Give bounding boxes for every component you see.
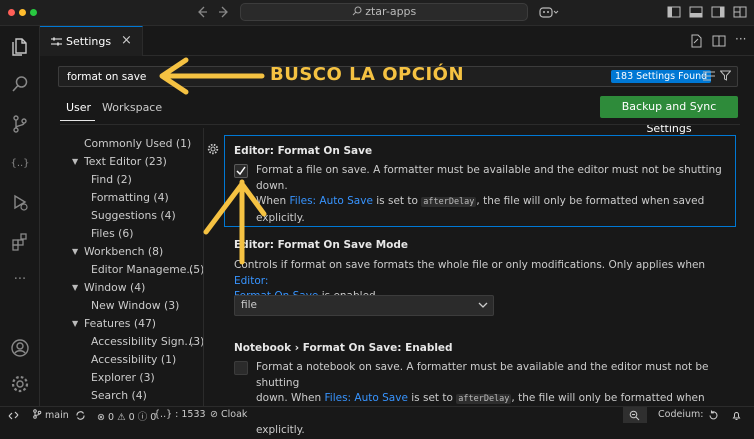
refresh-icon[interactable] [708,410,719,421]
description-line: explicitly. [256,424,305,436]
info-icon: ⓘ [137,412,148,423]
zoom-status[interactable] [623,407,647,423]
error-icon: ⊗ [97,412,105,423]
up-arrow-icon [203,179,267,265]
branch-status[interactable]: main [32,409,69,421]
warning-icon: ⚠ [117,412,126,423]
cloak-status[interactable]: ⊘ Cloak [210,409,247,420]
position-status[interactable]: {..} : 1533 [154,409,206,420]
remote-icon[interactable] [8,410,19,421]
eye-off-icon: ⊘ [210,409,218,420]
warning-count: 0 [128,412,135,423]
sync-icon[interactable] [75,410,86,421]
branch-name: main [45,410,69,421]
left-arrow-icon [159,57,265,95]
codeium-status[interactable]: Codeium: [658,409,703,420]
branch-icon [33,409,42,419]
status-bar: main ⊗ 0 ⚠ 0 ⓘ 0 {..} : 1533 ⊘ Cloak Cod… [0,406,754,423]
problems-status[interactable]: ⊗ 0 ⚠ 0 ⓘ 0 [97,409,156,423]
annotation-text: BUSCO LA OPCIÓN [270,64,465,85]
cloak-label: Cloak [221,409,248,420]
zoom-icon [629,410,640,421]
error-count: 0 [108,412,115,423]
notifications-icon[interactable] [731,410,742,421]
